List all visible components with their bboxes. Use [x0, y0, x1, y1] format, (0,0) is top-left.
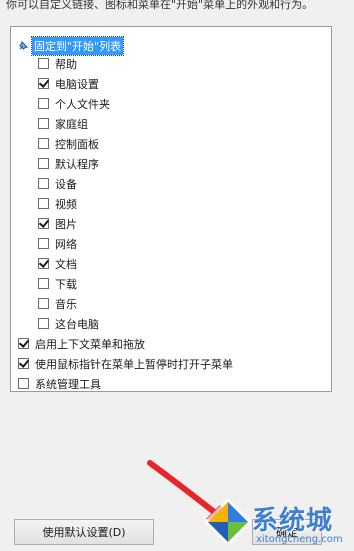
checkbox[interactable]	[38, 78, 49, 89]
option-label: 系统管理工具	[35, 377, 101, 391]
checkbox[interactable]	[38, 98, 49, 109]
pinned-group-header[interactable]: 固定到"开始"列表	[17, 35, 125, 56]
option-help[interactable]: 帮助	[38, 54, 77, 73]
option-label: 个人文件夹	[55, 97, 110, 111]
checkbox[interactable]	[38, 218, 49, 229]
watermark-logo-icon	[204, 498, 252, 546]
option-context-menus-drag-drop[interactable]: 启用上下文菜单和拖放	[18, 334, 145, 353]
checkbox[interactable]	[18, 358, 29, 369]
watermark-domain: xitongcheng.com	[256, 534, 343, 545]
option-personal-folder[interactable]: 个人文件夹	[38, 94, 110, 113]
option-label: 帮助	[55, 57, 77, 71]
checkbox[interactable]	[38, 178, 49, 189]
option-this-pc[interactable]: 这台电脑	[38, 314, 99, 333]
checkbox[interactable]	[38, 298, 49, 309]
option-downloads[interactable]: 下载	[38, 274, 77, 293]
option-label: 家庭组	[55, 117, 88, 131]
option-default-programs[interactable]: 默认程序	[38, 154, 99, 173]
checkbox[interactable]	[38, 138, 49, 149]
option-documents[interactable]: 文档	[38, 254, 77, 273]
option-label: 下载	[55, 277, 77, 291]
option-label: 启用上下文菜单和拖放	[35, 337, 145, 351]
option-label: 电脑设置	[55, 77, 99, 91]
option-label: 控制面板	[55, 137, 99, 151]
option-label: 默认程序	[55, 157, 99, 171]
option-label: 设备	[55, 177, 77, 191]
option-open-submenus-on-hover[interactable]: 使用鼠标指针在菜单上暂停时打开子菜单	[18, 354, 233, 373]
option-label: 文档	[55, 257, 77, 271]
option-devices[interactable]: 设备	[38, 174, 77, 193]
option-label: 使用鼠标指针在菜单上暂停时打开子菜单	[35, 357, 233, 371]
checkbox[interactable]	[38, 278, 49, 289]
option-control-panel[interactable]: 控制面板	[38, 134, 99, 153]
option-pc-settings[interactable]: 电脑设置	[38, 74, 99, 93]
checkbox[interactable]	[38, 318, 49, 329]
option-videos[interactable]: 视频	[38, 194, 77, 213]
option-label: 视频	[55, 197, 77, 211]
checkbox[interactable]	[38, 158, 49, 169]
option-network[interactable]: 网络	[38, 234, 77, 253]
checkbox[interactable]	[38, 238, 49, 249]
use-defaults-button[interactable]: 使用默认设置(D)	[14, 519, 154, 545]
dialog-description: 你可以自定义链接、图标和菜单在"开始"菜单上的外观和行为。	[6, 0, 314, 10]
option-label: 图片	[55, 217, 77, 231]
option-label: 音乐	[55, 297, 77, 311]
option-label: 网络	[55, 237, 77, 251]
option-music[interactable]: 音乐	[38, 294, 77, 313]
checkbox[interactable]	[38, 118, 49, 129]
option-admin-tools[interactable]: 系统管理工具	[18, 374, 101, 391]
checkbox[interactable]	[18, 378, 29, 389]
pin-icon	[19, 40, 29, 50]
watermark-title: 系统城	[252, 506, 334, 536]
checkbox[interactable]	[38, 58, 49, 69]
checkbox[interactable]	[18, 338, 29, 349]
pinned-group-label: 固定到"开始"列表	[30, 35, 125, 56]
checkbox[interactable]	[38, 198, 49, 209]
checkbox[interactable]	[38, 258, 49, 269]
option-homegroup[interactable]: 家庭组	[38, 114, 88, 133]
option-pictures[interactable]: 图片	[38, 214, 77, 233]
start-menu-options-list[interactable]: 固定到"开始"列表 帮助 电脑设置 个人文件夹 家庭组 控制面板 默认程序 设备…	[10, 26, 332, 392]
option-label: 这台电脑	[55, 317, 99, 331]
